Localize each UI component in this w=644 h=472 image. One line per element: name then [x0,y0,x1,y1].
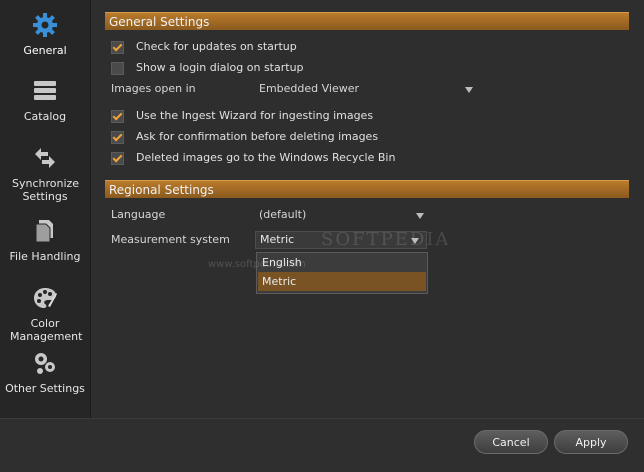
login-dialog-checkbox[interactable] [111,61,124,75]
settings-sidebar: General Catalog Synchronize Settings Fil… [0,0,91,418]
gears-icon [35,353,55,374]
language-select[interactable]: (default) [255,206,427,224]
sidebar-item-synchronize-settings[interactable]: Synchronize Settings [0,145,90,203]
sidebar-item-label: General [23,44,67,57]
sidebar-item-label: Color Management [10,317,83,343]
language-label: Language [111,208,166,221]
watermark-brand: SOFTPEDIA [321,229,451,250]
login-dialog-label: Show a login dialog on startup [136,61,304,74]
recycle-bin-checkbox[interactable] [111,151,124,165]
recycle-bin-row[interactable]: Deleted images go to the Windows Recycle… [111,150,395,166]
measurement-system-label: Measurement system [111,233,230,246]
ingest-wizard-checkbox[interactable] [111,109,124,123]
apply-button[interactable]: Apply [554,430,628,454]
recycle-bin-label: Deleted images go to the Windows Recycle… [136,151,396,164]
images-open-in-value: Embedded Viewer [259,82,360,95]
general-settings-header: General Settings [105,12,629,30]
chevron-down-icon [416,213,424,219]
dropdown-option-metric[interactable]: Metric [258,272,426,291]
check-updates-checkbox[interactable] [111,40,124,54]
ingest-wizard-row[interactable]: Use the Ingest Wizard for ingesting imag… [111,108,373,124]
file-handling-icon [35,220,53,243]
regional-settings-header: Regional Settings [105,180,629,198]
palette-icon [34,288,57,308]
images-open-in-select[interactable]: Embedded Viewer [255,80,477,98]
login-dialog-row[interactable]: Show a login dialog on startup [111,60,304,76]
check-updates-label: Check for updates on startup [136,40,297,53]
cancel-button[interactable]: Cancel [474,430,548,454]
check-updates-row[interactable]: Check for updates on startup [111,39,297,55]
dialog-footer: Cancel Apply [0,418,644,472]
confirm-delete-label: Ask for confirmation before deleting ima… [136,130,379,143]
watermark-url: www.softpedia.com [208,259,306,270]
sidebar-item-label: Synchronize Settings [12,177,80,203]
sidebar-item-label: Other Settings [5,382,85,395]
sidebar-item-color-management[interactable]: Color Management [0,285,90,343]
sidebar-item-label: Catalog [23,110,67,123]
sidebar-item-file-handling[interactable]: File Handling [0,218,90,263]
sidebar-item-other-settings[interactable]: Other Settings [0,350,90,395]
images-open-in-label: Images open in [111,82,196,95]
confirm-delete-checkbox[interactable] [111,130,124,144]
sidebar-item-catalog[interactable]: Catalog [0,78,90,123]
synchronize-icon [35,148,55,168]
settings-panel: General Settings Check for updates on st… [91,0,644,418]
confirm-delete-row[interactable]: Ask for confirmation before deleting ima… [111,129,378,145]
measurement-system-value: Metric [260,233,295,246]
language-value: (default) [259,208,307,221]
gear-icon [33,13,57,37]
sidebar-item-label: File Handling [9,250,81,263]
chevron-down-icon [465,87,473,93]
catalog-icon [34,81,56,100]
sidebar-item-general[interactable]: General [0,12,90,57]
ingest-wizard-label: Use the Ingest Wizard for ingesting imag… [136,109,374,122]
